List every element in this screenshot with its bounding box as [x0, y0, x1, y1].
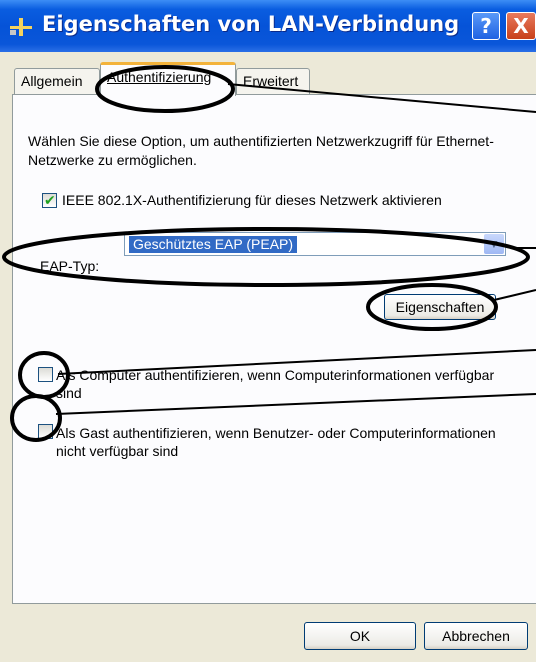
network-connection-icon [10, 18, 32, 36]
tab-general[interactable]: Allgemein [14, 68, 100, 94]
properties-dialog: Eigenschaften von LAN-Verbindung ? X All… [0, 0, 536, 662]
eap-type-select[interactable]: Geschütztes EAP (PEAP) ▼ [124, 232, 506, 256]
eap-type-label: EAP-Typ: [40, 258, 100, 274]
window-title: Eigenschaften von LAN-Verbindung [42, 12, 460, 36]
computer-auth-label: Als Computer authentifizieren, wenn Comp… [56, 367, 495, 401]
title-bar[interactable]: Eigenschaften von LAN-Verbindung ? X [0, 0, 536, 52]
tab-panel [12, 94, 536, 604]
ok-button[interactable]: OK [304, 622, 416, 650]
help-button[interactable]: ? [472, 12, 500, 40]
eap-type-value: Geschütztes EAP (PEAP) [129, 236, 298, 253]
chevron-down-icon[interactable]: ▼ [484, 234, 504, 254]
intro-text: Wählen Sie diese Option, um authentifizi… [28, 133, 494, 168]
guest-auth-checkbox[interactable] [38, 424, 53, 439]
computer-auth-checkbox[interactable] [38, 367, 53, 382]
guest-auth-label: Als Gast authentifizieren, wenn Benutzer… [56, 425, 496, 459]
tab-advanced[interactable]: Erweitert [236, 68, 310, 94]
cancel-button[interactable]: Abbrechen [424, 622, 528, 650]
properties-button[interactable]: Eigenschaften [384, 294, 496, 320]
tab-authentication[interactable]: Authentifizierung [100, 62, 236, 96]
ieee-8021x-label: IEEE 802.1X-Authentifizierung für dieses… [62, 192, 442, 208]
checkmark-icon: ✔ [44, 192, 56, 208]
ieee-8021x-checkbox[interactable]: ✔ [42, 192, 57, 208]
close-button[interactable]: X [506, 12, 536, 40]
